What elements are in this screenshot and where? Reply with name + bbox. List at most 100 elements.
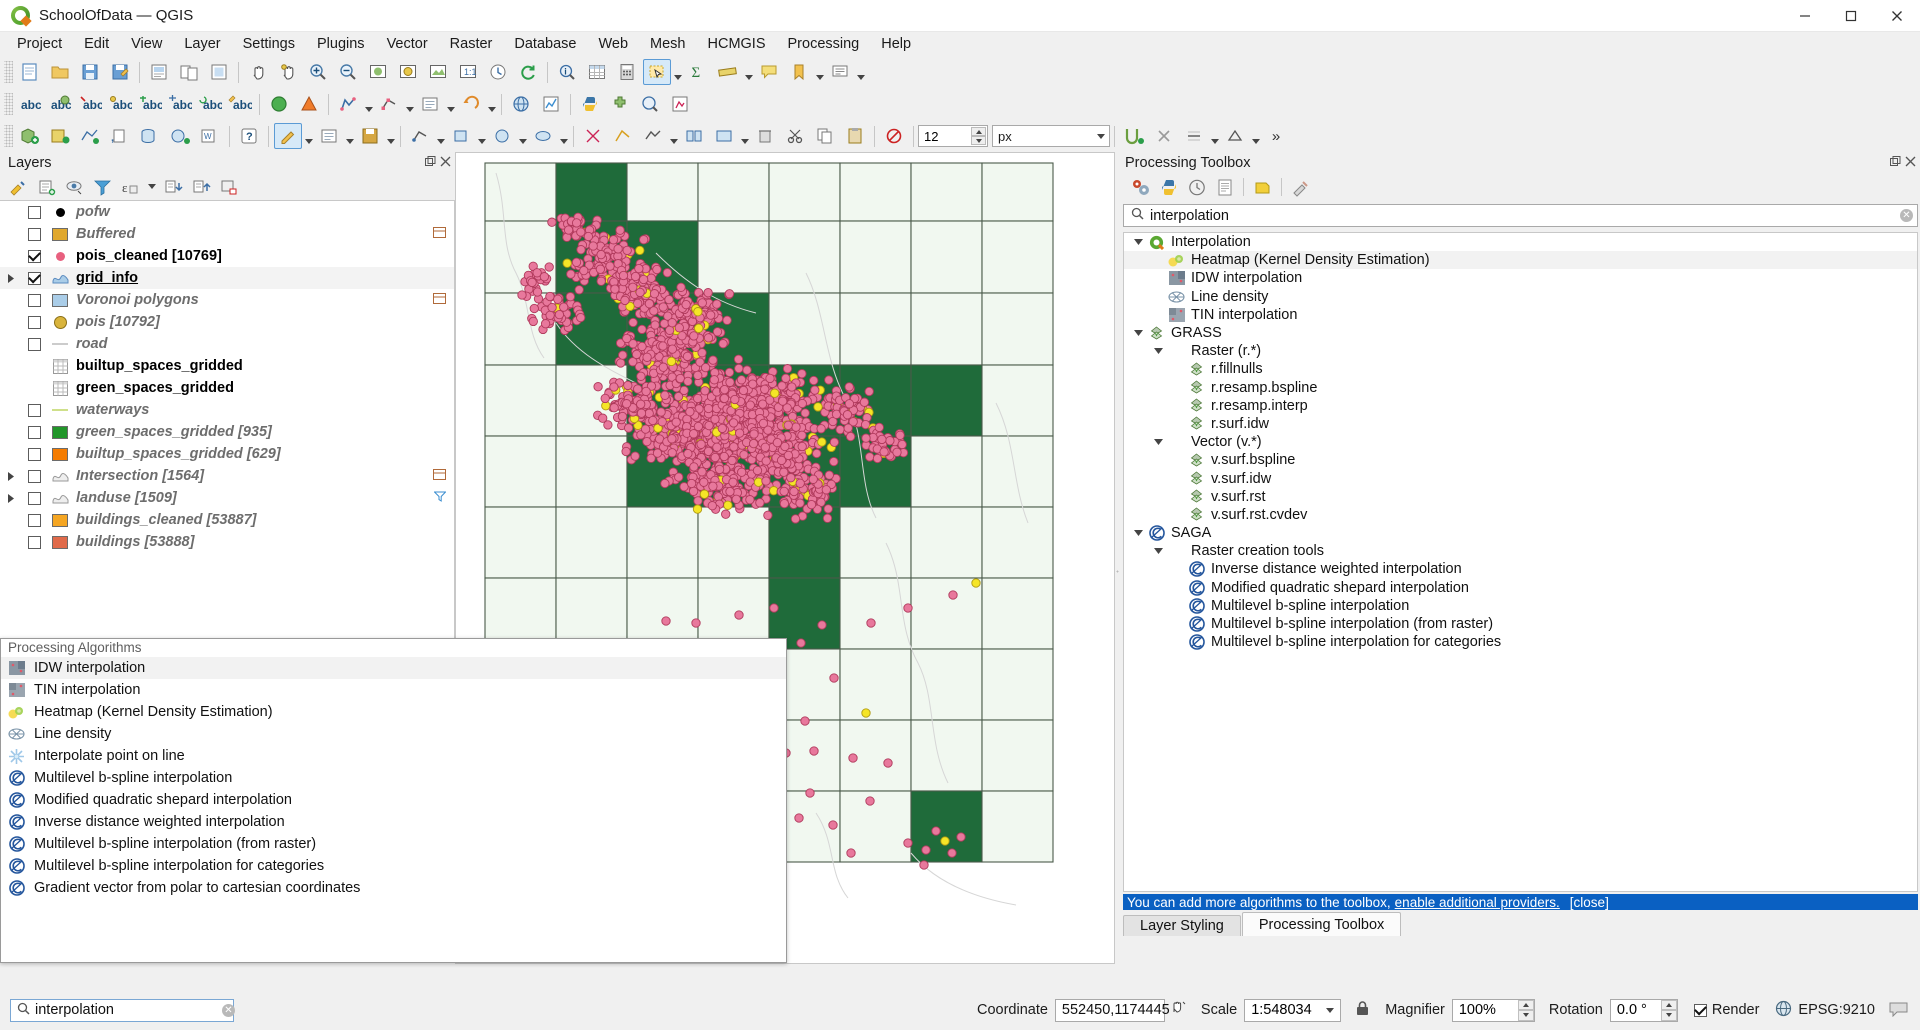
layer-row[interactable]: waterways: [0, 399, 454, 421]
cut-features-icon[interactable]: [781, 123, 809, 149]
color-ramp-icon[interactable]: [295, 91, 323, 117]
sum-statistics-icon[interactable]: Σ: [684, 59, 712, 85]
toolbar-grip-3[interactable]: [4, 125, 13, 147]
style-manager-icon[interactable]: [265, 91, 293, 117]
layer-row[interactable]: pois [10792]: [0, 311, 454, 333]
menu-view[interactable]: View: [120, 32, 173, 56]
text-annotation-icon[interactable]: [826, 59, 854, 85]
tab-processing-toolbox[interactable]: Processing Toolbox: [1241, 912, 1402, 936]
bookmark-dropdown-arrow-icon[interactable]: [814, 59, 825, 85]
processing-tree[interactable]: Interpolation Heatmap (Kernel Density Est…: [1123, 232, 1918, 892]
popup-item[interactable]: IDW interpolation: [1, 657, 786, 679]
layer-row[interactable]: buildings_cleaned [53887]: [0, 509, 454, 531]
popup-item[interactable]: Interpolate point on line: [1, 745, 786, 767]
layer-row[interactable]: green_spaces_gridded [935]: [0, 421, 454, 443]
expand-arrow-icon[interactable]: [2, 493, 20, 503]
processing-tree-item[interactable]: v.surf.rst: [1124, 488, 1917, 506]
map-tips-icon[interactable]: [755, 59, 783, 85]
menu-database[interactable]: Database: [503, 32, 587, 56]
layer-visibility-checkbox[interactable]: [28, 205, 41, 219]
locator-search-input[interactable]: [35, 1002, 222, 1018]
layer-visibility-checkbox[interactable]: [28, 469, 41, 483]
popup-item[interactable]: Multilevel b-spline interpolation: [1, 767, 786, 789]
undo-dropdown-arrow-icon[interactable]: [486, 91, 497, 117]
layer-row[interactable]: grid_info: [0, 267, 454, 289]
layer-row[interactable]: builtup_spaces_gridded [629]: [0, 443, 454, 465]
zoom-full-icon[interactable]: [364, 59, 392, 85]
plugin-manager-icon[interactable]: [606, 91, 634, 117]
menu-vector[interactable]: Vector: [376, 32, 439, 56]
units-combo[interactable]: px: [992, 125, 1110, 147]
measure-icon[interactable]: [714, 59, 742, 85]
save-layer-edits-icon[interactable]: [356, 123, 384, 149]
processing-tree-item[interactable]: Interpolation: [1124, 233, 1917, 251]
processing-toolbox-icon[interactable]: [636, 91, 664, 117]
reshape-features-icon[interactable]: [639, 123, 667, 149]
menu-web[interactable]: Web: [587, 32, 639, 56]
layer-visibility-checkbox[interactable]: [28, 491, 41, 505]
layer-row[interactable]: Intersection [1564]: [0, 465, 454, 487]
processing-close-icon[interactable]: [1905, 155, 1916, 171]
processing-tree-item[interactable]: v.surf.bspline: [1124, 451, 1917, 469]
popup-item[interactable]: Gradient vector from polar to cartesian …: [1, 877, 786, 899]
select-dropdown-arrow-icon[interactable]: [672, 59, 683, 85]
attribute-table-indicator-icon[interactable]: [433, 468, 446, 484]
add-raster-layer-icon[interactable]: [46, 123, 74, 149]
tab-layer-styling[interactable]: Layer Styling: [1123, 915, 1241, 936]
add-polygon-feature-icon[interactable]: [447, 123, 475, 149]
options-icon[interactable]: [1287, 175, 1314, 199]
menu-layer[interactable]: Layer: [173, 32, 231, 56]
georeferencer-icon[interactable]: [666, 91, 694, 117]
zoom-last-icon[interactable]: [484, 59, 512, 85]
processing-tree-item[interactable]: Multilevel b-spline interpolation for ca…: [1124, 633, 1917, 651]
field-calculator-icon[interactable]: [613, 59, 641, 85]
modify-attributes-icon[interactable]: [416, 91, 444, 117]
vertex-tool-dropdown-arrow-icon[interactable]: [404, 91, 415, 117]
undock-icon[interactable]: [425, 155, 436, 171]
add-line-feature-icon[interactable]: [406, 123, 434, 149]
zoom-to-selection-icon[interactable]: [394, 59, 422, 85]
processing-tree-item[interactable]: r.resamp.interp: [1124, 397, 1917, 415]
pan-to-selection-icon[interactable]: [274, 59, 302, 85]
add-feature-dropdown-arrow-icon[interactable]: [363, 91, 374, 117]
processing-tree-item[interactable]: Vector (v.*): [1124, 433, 1917, 451]
python-console-icon[interactable]: [576, 91, 604, 117]
filter-dropdown-arrow-icon[interactable]: [145, 175, 159, 199]
locator-search-box[interactable]: ✕: [10, 998, 235, 1022]
popup-item[interactable]: Multilevel b-spline interpolation for ca…: [1, 855, 786, 877]
toggle-editing-dropdown-arrow-icon[interactable]: [344, 123, 355, 149]
add-line-dropdown-arrow-icon[interactable]: [435, 123, 446, 149]
python-scripts-icon[interactable]: [1155, 175, 1182, 199]
open-layer-styling-icon[interactable]: [5, 175, 32, 199]
processing-tree-item[interactable]: IDW interpolation: [1124, 269, 1917, 287]
merge-features-icon[interactable]: [710, 123, 738, 149]
add-circle-dropdown-arrow-icon[interactable]: [517, 123, 528, 149]
layout-manager-icon[interactable]: [175, 59, 203, 85]
processing-tree-item[interactable]: Multilevel b-spline interpolation (from …: [1124, 615, 1917, 633]
menu-plugins[interactable]: Plugins: [306, 32, 376, 56]
label-diagram-icon[interactable]: abc: [46, 91, 74, 117]
log-icon[interactable]: [1211, 175, 1238, 199]
collapse-arrow-icon[interactable]: [1130, 238, 1147, 246]
zoom-out-icon[interactable]: [334, 59, 362, 85]
enable-providers-link[interactable]: enable additional providers.: [1395, 895, 1560, 910]
processing-tree-item[interactable]: SAGA: [1124, 524, 1917, 542]
popup-item[interactable]: Modified quadratic shepard interpolation: [1, 789, 786, 811]
globe-icon[interactable]: [507, 91, 535, 117]
render-checkbox[interactable]: [1693, 1003, 1707, 1017]
layer-labeling-icon[interactable]: abc: [16, 91, 44, 117]
layer-visibility-checkbox[interactable]: [28, 535, 41, 549]
save-project-icon[interactable]: [76, 59, 104, 85]
layer-row[interactable]: buildings [53888]: [0, 531, 454, 553]
processing-tree-item[interactable]: Multilevel b-spline interpolation: [1124, 597, 1917, 615]
add-wfs-layer-icon[interactable]: W: [196, 123, 224, 149]
menu-project[interactable]: Project: [6, 32, 73, 56]
open-project-icon[interactable]: [46, 59, 74, 85]
processing-search-input[interactable]: [1150, 207, 1900, 224]
save-layer-edits-dropdown-arrow-icon[interactable]: [385, 123, 396, 149]
collapse-arrow-icon[interactable]: [1150, 347, 1167, 355]
toolbar-grip-2[interactable]: [4, 93, 13, 115]
layer-row[interactable]: landuse [1509]: [0, 487, 454, 509]
layer-row[interactable]: pois_cleaned [10769]: [0, 245, 454, 267]
processing-tree-item[interactable]: TIN interpolation: [1124, 306, 1917, 324]
